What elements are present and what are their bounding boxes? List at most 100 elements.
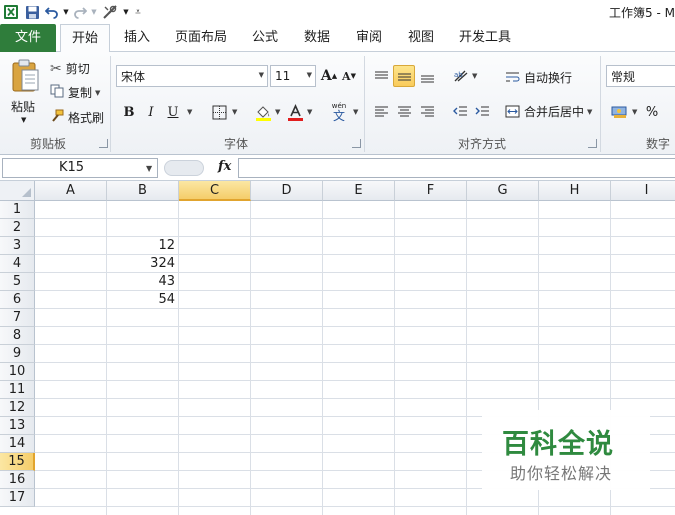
paste-icon <box>12 59 39 92</box>
row-header-3[interactable]: 3 <box>0 237 35 255</box>
font-name-combo[interactable]: 宋体 ▼ <box>116 65 268 87</box>
borders-button[interactable] <box>208 101 230 123</box>
tools-dropdown-icon[interactable]: ▼ <box>122 2 130 22</box>
phonetic-dropdown-icon[interactable]: ▼ <box>350 108 358 116</box>
column-header-a[interactable]: A <box>35 181 107 201</box>
undo-icon[interactable] <box>44 2 60 22</box>
row-header-5[interactable]: 5 <box>0 273 35 291</box>
tab-insert[interactable]: 插入 <box>116 24 158 52</box>
font-color-dropdown-icon[interactable]: ▼ <box>304 108 312 116</box>
bold-button[interactable]: B <box>118 101 140 123</box>
column-header-c[interactable]: C <box>179 181 251 201</box>
borders-dropdown-icon[interactable]: ▼ <box>229 108 237 116</box>
tab-developer[interactable]: 开发工具 <box>452 24 518 52</box>
save-icon[interactable] <box>22 2 42 22</box>
tab-page-layout[interactable]: 页面布局 <box>168 24 234 52</box>
select-all-button[interactable] <box>0 181 35 201</box>
row-header-14[interactable]: 14 <box>0 435 35 453</box>
formula-bar-splitter[interactable] <box>164 160 204 176</box>
accounting-dropdown-icon[interactable]: ▼ <box>629 108 637 116</box>
copy-dropdown-icon[interactable]: ▼ <box>95 89 100 97</box>
align-left-button[interactable] <box>370 100 392 122</box>
paste-dropdown-icon[interactable]: ▼ <box>21 116 26 124</box>
redo-dropdown-icon[interactable]: ▼ <box>90 2 98 22</box>
tools-icon[interactable] <box>100 2 120 22</box>
row-header-2[interactable]: 2 <box>0 219 35 237</box>
font-name-dropdown-icon[interactable]: ▼ <box>259 71 264 79</box>
row-header-15[interactable]: 15 <box>0 453 35 471</box>
accounting-format-button[interactable] <box>608 100 630 122</box>
column-header-b[interactable]: B <box>107 181 179 201</box>
tab-file[interactable]: 文件 <box>0 24 56 52</box>
row-header-16[interactable]: 16 <box>0 471 35 489</box>
grow-font-button[interactable]: A ▲ <box>318 65 340 87</box>
column-header-f[interactable]: F <box>395 181 467 201</box>
fill-color-button[interactable] <box>252 101 274 123</box>
row-header-17[interactable]: 17 <box>0 489 35 507</box>
column-header-h[interactable]: H <box>539 181 611 201</box>
alignment-launcher-icon[interactable] <box>588 139 597 148</box>
insert-function-icon[interactable]: fx <box>218 159 231 174</box>
grid-line <box>35 326 675 327</box>
align-right-button[interactable] <box>416 100 438 122</box>
row-header-4[interactable]: 4 <box>0 255 35 273</box>
column-header-g[interactable]: G <box>467 181 539 201</box>
tab-formulas[interactable]: 公式 <box>244 24 286 52</box>
row-header-11[interactable]: 11 <box>0 381 35 399</box>
percent-style-button[interactable]: % <box>641 101 663 123</box>
increase-indent-button[interactable] <box>471 100 493 122</box>
underline-dropdown-icon[interactable]: ▼ <box>184 108 192 116</box>
align-center-button[interactable] <box>393 100 415 122</box>
underline-button[interactable]: U <box>162 101 184 123</box>
number-format-combo[interactable]: 常规 <box>606 65 675 87</box>
wrap-text-button[interactable]: 自动换行 <box>505 69 572 86</box>
fill-color-dropdown-icon[interactable]: ▼ <box>272 108 280 116</box>
row-header-12[interactable]: 12 <box>0 399 35 417</box>
italic-button[interactable]: I <box>140 101 162 123</box>
tab-view[interactable]: 视图 <box>400 24 442 52</box>
decrease-indent-button[interactable] <box>449 100 471 122</box>
copy-button[interactable]: 复制 ▼ <box>50 84 100 101</box>
shrink-font-button[interactable]: A ▼ <box>338 65 360 87</box>
font-size-dropdown-icon[interactable]: ▼ <box>307 71 312 79</box>
customize-quick-access-icon[interactable]: ⩡ <box>132 2 144 22</box>
row-header-7[interactable]: 7 <box>0 309 35 327</box>
row-header-6[interactable]: 6 <box>0 291 35 309</box>
column-header-i[interactable]: I <box>611 181 675 201</box>
redo-icon[interactable] <box>72 2 88 22</box>
undo-dropdown-icon[interactable]: ▼ <box>62 2 70 22</box>
row-header-9[interactable]: 9 <box>0 345 35 363</box>
merge-center-button[interactable]: 合并后居中 ▼ <box>505 103 592 120</box>
format-painter-button[interactable]: 格式刷 <box>50 109 104 126</box>
formula-input[interactable] <box>238 158 675 178</box>
clipboard-launcher-icon[interactable] <box>99 139 108 148</box>
phonetic-guide-button[interactable]: wén 文 <box>326 100 352 124</box>
row-header-8[interactable]: 8 <box>0 327 35 345</box>
cut-button[interactable]: ✂ 剪切 <box>50 60 90 77</box>
cell-b6[interactable]: 54 <box>107 291 177 309</box>
cell-b3[interactable]: 12 <box>107 237 177 255</box>
row-header-13[interactable]: 13 <box>0 417 35 435</box>
row-header-1[interactable]: 1 <box>0 201 35 219</box>
align-middle-button[interactable] <box>393 65 415 87</box>
merge-center-dropdown-icon[interactable]: ▼ <box>587 108 592 116</box>
name-box[interactable]: K15 <box>2 158 158 178</box>
orientation-dropdown-icon[interactable]: ▼ <box>469 72 477 80</box>
align-bottom-button[interactable] <box>416 65 438 87</box>
font-size-combo[interactable]: 11 ▼ <box>270 65 316 87</box>
tab-data[interactable]: 数据 <box>296 24 338 52</box>
tab-home[interactable]: 开始 <box>60 24 110 53</box>
font-launcher-icon[interactable] <box>352 139 361 148</box>
row-header-10[interactable]: 10 <box>0 363 35 381</box>
wrap-text-label: 自动换行 <box>524 71 573 85</box>
bold-label: B <box>123 104 135 120</box>
align-top-button[interactable] <box>370 65 392 87</box>
cell-b4[interactable]: 324 <box>107 255 177 273</box>
paste-button[interactable]: 粘贴 ▼ <box>6 56 44 132</box>
column-header-d[interactable]: D <box>251 181 323 201</box>
column-header-e[interactable]: E <box>323 181 395 201</box>
tab-review[interactable]: 审阅 <box>348 24 390 52</box>
name-box-dropdown-icon[interactable]: ▼ <box>146 164 152 173</box>
cell-b5[interactable]: 43 <box>107 273 177 291</box>
font-color-button[interactable] <box>284 101 306 123</box>
